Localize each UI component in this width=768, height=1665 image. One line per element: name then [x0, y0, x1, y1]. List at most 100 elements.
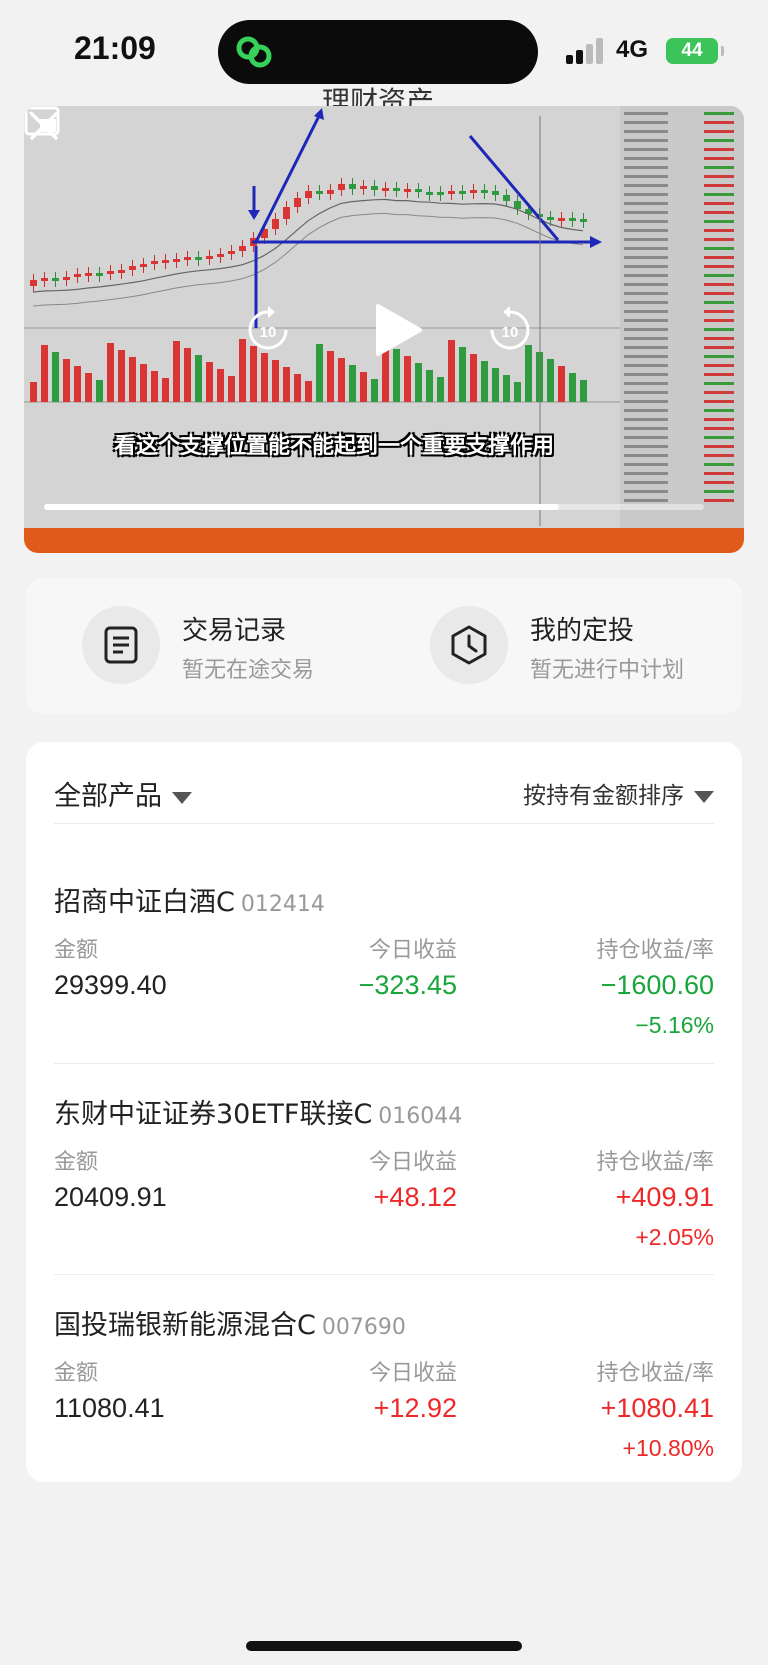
link-app-icon — [236, 36, 272, 68]
quote-line — [624, 292, 668, 295]
volume-bar — [503, 375, 510, 402]
picture-in-picture-icon[interactable] — [24, 106, 60, 136]
candle-body — [470, 190, 477, 193]
fund-name: 招商中证白酒C — [54, 887, 235, 918]
volume-bar — [360, 372, 367, 402]
amount-value: 20409.91 — [54, 1182, 167, 1212]
amount-label: 金额 — [54, 1150, 99, 1175]
play-button[interactable] — [366, 300, 426, 360]
quote-line — [624, 382, 668, 385]
position-profit-label: 持仓收益/率 — [596, 938, 714, 963]
candle-body — [547, 217, 554, 220]
holdings-header: 全部产品 按持有金额排序 — [54, 774, 714, 824]
quote-line — [624, 328, 668, 331]
volume-bar — [52, 352, 59, 402]
trade-records-subtitle: 暂无在途交易 — [182, 658, 315, 683]
sort-dropdown[interactable]: 按持有金额排序 — [523, 776, 714, 810]
quick-actions-card: 交易记录 暂无在途交易 我的定投 暂无进行中计划 — [26, 578, 742, 714]
volume-bar — [426, 370, 433, 402]
quote-line — [624, 409, 668, 412]
quote-value — [704, 481, 734, 484]
quote-value — [704, 346, 734, 349]
quote-value — [704, 157, 734, 160]
quote-value — [704, 193, 734, 196]
quote-value — [704, 265, 734, 268]
quote-line — [624, 229, 668, 232]
volume-bar — [294, 374, 301, 402]
position-profit-label: 持仓收益/率 — [596, 1150, 714, 1175]
quote-line — [624, 310, 668, 313]
candle-body — [437, 192, 444, 195]
auto-invest-entry[interactable]: 我的定投 暂无进行中计划 — [430, 606, 730, 686]
volume-bar — [448, 340, 455, 402]
quote-line — [624, 211, 668, 214]
candle-body — [415, 189, 422, 192]
quote-line — [624, 319, 668, 322]
dynamic-island — [218, 20, 538, 84]
quote-value — [704, 247, 734, 250]
rewind-10-button[interactable]: 10 — [244, 306, 292, 354]
quote-value — [704, 283, 734, 286]
quote-value — [704, 328, 734, 331]
volume-bar — [85, 373, 92, 402]
quote-line — [624, 283, 668, 286]
quote-line — [624, 247, 668, 250]
quote-value — [704, 445, 734, 448]
quote-line — [624, 490, 668, 493]
candle-body — [63, 277, 70, 280]
candle-body — [118, 270, 125, 273]
quote-line — [624, 400, 668, 403]
candle-body — [393, 188, 400, 191]
video-progress-bar[interactable] — [44, 504, 704, 510]
volume-bar — [437, 377, 444, 402]
auto-invest-subtitle: 暂无进行中计划 — [530, 658, 685, 683]
candle-body — [327, 190, 334, 194]
candle-body — [558, 218, 565, 221]
quote-line — [624, 193, 668, 196]
quote-line — [624, 499, 668, 502]
product-filter-dropdown[interactable]: 全部产品 — [54, 774, 192, 813]
quote-value — [704, 166, 734, 169]
quote-line — [624, 256, 668, 259]
candle-body — [162, 260, 169, 263]
quote-value — [704, 490, 734, 493]
quote-value — [704, 436, 734, 439]
quote-value — [704, 139, 734, 142]
position-profit-value: −1600.60 — [600, 970, 714, 1000]
quote-value — [704, 130, 734, 133]
candle-body — [74, 274, 81, 277]
forward-10-button[interactable]: 10 — [486, 306, 534, 354]
today-profit-label: 今日收益 — [368, 1361, 457, 1386]
volume-bar — [547, 359, 554, 402]
candle-body — [96, 273, 103, 276]
amount-label: 金额 — [54, 1361, 99, 1386]
volume-bar — [338, 358, 345, 402]
battery-icon: 44 — [666, 38, 724, 64]
fund-row[interactable]: 国投瑞银新能源混合C 007690 金额 今日收益 持仓收益/率 11080.41… — [54, 1274, 714, 1485]
position-profit-rate: +10.80% — [622, 1435, 714, 1461]
forward-seconds-label: 10 — [502, 324, 519, 341]
quote-value — [704, 499, 734, 502]
quote-value — [704, 355, 734, 358]
position-profit-rate: −5.16% — [635, 1012, 714, 1038]
candle-body — [129, 266, 136, 270]
trade-records-entry[interactable]: 交易记录 暂无在途交易 — [82, 606, 382, 686]
home-indicator[interactable] — [246, 1641, 522, 1651]
holdings-card: 全部产品 按持有金额排序 招商中证白酒C 012414 金额 今日收益 持仓收益/… — [26, 742, 742, 1482]
quote-line — [624, 355, 668, 358]
volume-bar — [349, 365, 356, 402]
fund-code: 007690 — [321, 1315, 406, 1340]
today-profit-value: −323.45 — [358, 970, 457, 1000]
fund-row[interactable]: 东财中证证券30ETF联接C 016044 金额 今日收益 持仓收益/率 2040… — [54, 1063, 714, 1274]
candle-body — [195, 257, 202, 260]
position-profit-label: 持仓收益/率 — [596, 1361, 714, 1386]
quote-line — [624, 265, 668, 268]
video-frame[interactable]: 10 10 看这个支撑位置能不能起到一个重要支撑作用 — [24, 106, 744, 528]
candle-body — [173, 259, 180, 262]
fund-row[interactable]: 招商中证白酒C 012414 金额 今日收益 持仓收益/率 29399.40 −3… — [54, 852, 714, 1063]
video-player[interactable]: 10 10 看这个支撑位置能不能起到一个重要支撑作用 — [24, 106, 744, 553]
volume-bar — [74, 366, 81, 402]
candle-body — [107, 271, 114, 274]
status-time: 21:09 — [74, 30, 156, 66]
volume-bar — [173, 341, 180, 402]
